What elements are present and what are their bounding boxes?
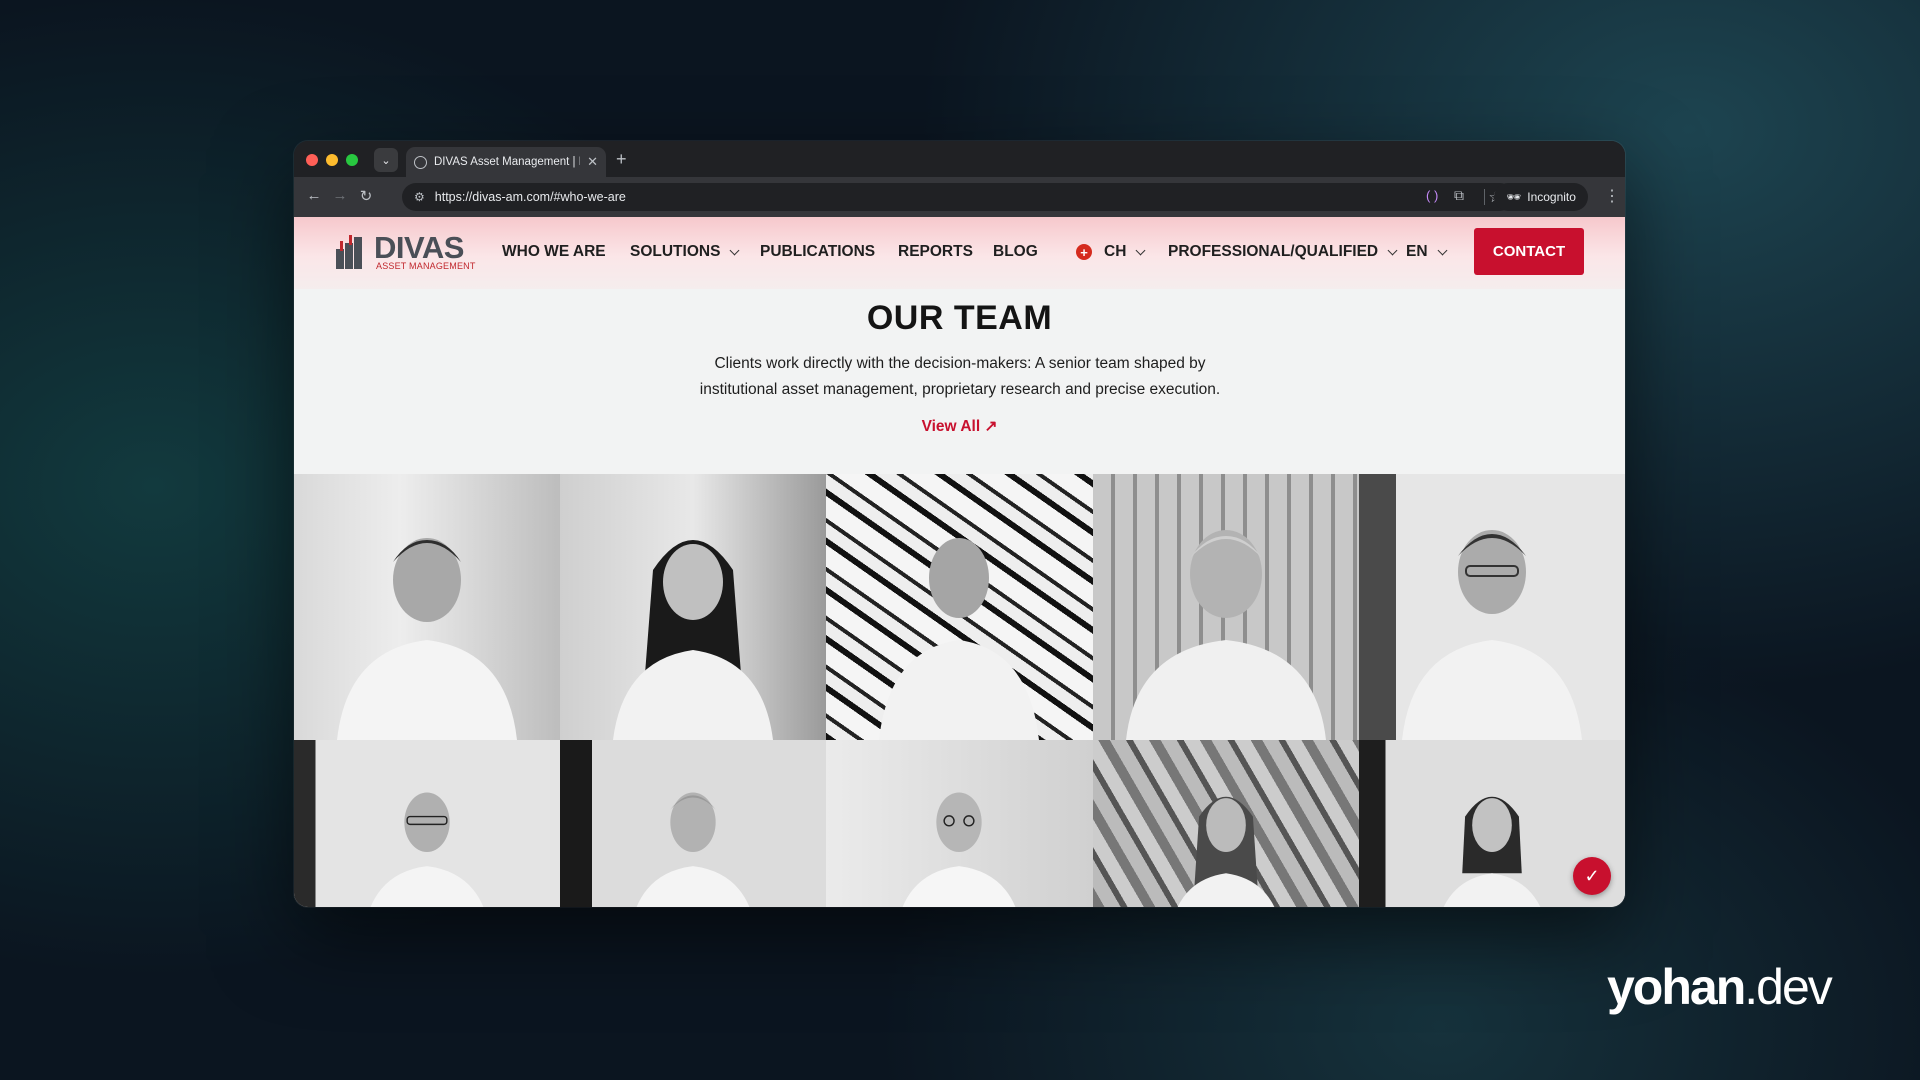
team-photo-grid bbox=[294, 474, 1625, 907]
close-tab-button[interactable]: ✕ bbox=[587, 154, 598, 170]
person-portrait bbox=[337, 538, 518, 740]
toolbar-divider bbox=[1484, 189, 1485, 205]
section-description: Clients work directly with the decision-… bbox=[699, 355, 1221, 398]
language-selector[interactable]: EN bbox=[1406, 243, 1447, 261]
investor-type-selector[interactable]: PROFESSIONAL/QUALIFIED bbox=[1168, 243, 1398, 261]
url-text[interactable]: https://divas-am.com/#who-we-are bbox=[435, 190, 1489, 204]
person-portrait bbox=[903, 792, 1016, 907]
view-all-link[interactable]: View All ↗ bbox=[294, 417, 1625, 436]
nav-label: PUBLICATIONS bbox=[760, 243, 876, 260]
chevron-down-icon: ⌄ bbox=[381, 154, 391, 167]
investor-type-label: PROFESSIONAL/QUALIFIED bbox=[1168, 243, 1379, 260]
browser-tab[interactable]: DIVAS Asset Management | In ✕ bbox=[406, 147, 606, 177]
team-member-photo[interactable] bbox=[560, 740, 827, 907]
team-member-photo[interactable] bbox=[826, 474, 1093, 740]
team-member-photo[interactable] bbox=[1092, 474, 1359, 740]
logo-subtitle: ASSET MANAGEMENT bbox=[376, 261, 476, 271]
team-member-photo[interactable] bbox=[826, 740, 1093, 907]
team-member-photo[interactable] bbox=[294, 474, 561, 740]
nav-label: BLOG bbox=[993, 243, 1038, 260]
watermark-brand: yohan.dev bbox=[1607, 958, 1833, 1016]
incognito-indicator[interactable]: 🕶 Incognito bbox=[1494, 183, 1588, 211]
brand-light: .dev bbox=[1744, 959, 1833, 1015]
nav-label: SOLUTIONS bbox=[630, 243, 721, 260]
chevron-down-icon bbox=[1387, 245, 1398, 255]
maximize-window-button[interactable] bbox=[346, 154, 358, 166]
country-selector[interactable]: + CH bbox=[1076, 243, 1146, 261]
person-portrait bbox=[879, 538, 1040, 740]
contact-button[interactable]: CONTACT bbox=[1474, 228, 1584, 275]
back-arrow-icon[interactable]: ← bbox=[304, 187, 324, 204]
chevron-down-icon bbox=[1135, 245, 1146, 255]
logo-bars-icon bbox=[336, 235, 362, 269]
swiss-flag-icon: + bbox=[1076, 244, 1092, 260]
site-settings-icon[interactable]: ⚙ bbox=[414, 190, 425, 204]
team-member-photo[interactable] bbox=[294, 740, 561, 907]
section-title: OUR TEAM bbox=[866, 299, 1053, 337]
minimize-window-button[interactable] bbox=[326, 154, 338, 166]
person-portrait bbox=[370, 792, 484, 907]
team-member-photo[interactable] bbox=[1358, 474, 1625, 740]
language-label: EN bbox=[1406, 243, 1428, 260]
nav-publications[interactable]: PUBLICATIONS bbox=[760, 243, 875, 261]
nav-blog[interactable]: BLOG bbox=[993, 243, 1038, 261]
puzzle-icon[interactable]: ⧉ bbox=[1454, 187, 1464, 204]
menu-dots-icon[interactable]: ⋮ bbox=[1604, 186, 1620, 206]
new-tab-button[interactable]: + bbox=[616, 149, 627, 170]
person-portrait bbox=[1177, 796, 1275, 907]
person-portrait bbox=[1401, 530, 1582, 740]
divas-logo[interactable]: DIVAS ASSET MANAGEMENT bbox=[336, 230, 476, 271]
browser-toolbar: ← → ↻ ⚙ https://divas-am.com/#who-we-are… bbox=[294, 177, 1625, 217]
browser-window: ⌄ DIVAS Asset Management | In ✕ + ← → ↻ … bbox=[294, 141, 1625, 907]
chevron-down-icon bbox=[1437, 245, 1447, 255]
person-portrait bbox=[1443, 796, 1541, 907]
forward-arrow-icon[interactable]: → bbox=[330, 187, 350, 204]
nav-who-we-are[interactable]: WHO WE ARE bbox=[502, 243, 606, 261]
nav-label: WHO WE ARE bbox=[502, 243, 606, 260]
site-header: DIVAS ASSET MANAGEMENT WHO WE ARE SOLUTI… bbox=[294, 217, 1625, 289]
reload-icon[interactable]: ↻ bbox=[356, 187, 376, 205]
person-portrait bbox=[613, 540, 774, 740]
incognito-label: Incognito bbox=[1527, 190, 1576, 204]
globe-icon bbox=[414, 155, 427, 169]
chevron-down-icon bbox=[729, 245, 740, 255]
person-portrait bbox=[1125, 530, 1326, 740]
address-bar[interactable]: ⚙ https://divas-am.com/#who-we-are ☆ bbox=[402, 183, 1514, 211]
page-viewport: DIVAS ASSET MANAGEMENT WHO WE ARE SOLUTI… bbox=[294, 217, 1625, 907]
country-label: CH bbox=[1104, 243, 1127, 260]
nav-label: REPORTS bbox=[898, 243, 973, 260]
tab-search-button[interactable]: ⌄ bbox=[374, 148, 398, 172]
team-member-photo[interactable] bbox=[560, 474, 827, 740]
nav-solutions[interactable]: SOLUTIONS bbox=[630, 243, 740, 261]
person-portrait bbox=[636, 792, 750, 907]
brand-bold: yohan bbox=[1607, 959, 1746, 1015]
extension-icon[interactable]: ( ) bbox=[1426, 188, 1438, 203]
nav-reports[interactable]: REPORTS bbox=[898, 243, 973, 261]
tab-title: DIVAS Asset Management | In bbox=[434, 156, 581, 168]
close-window-button[interactable] bbox=[306, 154, 318, 166]
incognito-icon: 🕶 bbox=[1506, 190, 1522, 204]
team-member-photo[interactable] bbox=[1092, 740, 1359, 907]
accessibility-badge-icon[interactable]: ✓ bbox=[1573, 857, 1611, 895]
tab-bar: ⌄ DIVAS Asset Management | In ✕ + bbox=[294, 141, 1625, 177]
